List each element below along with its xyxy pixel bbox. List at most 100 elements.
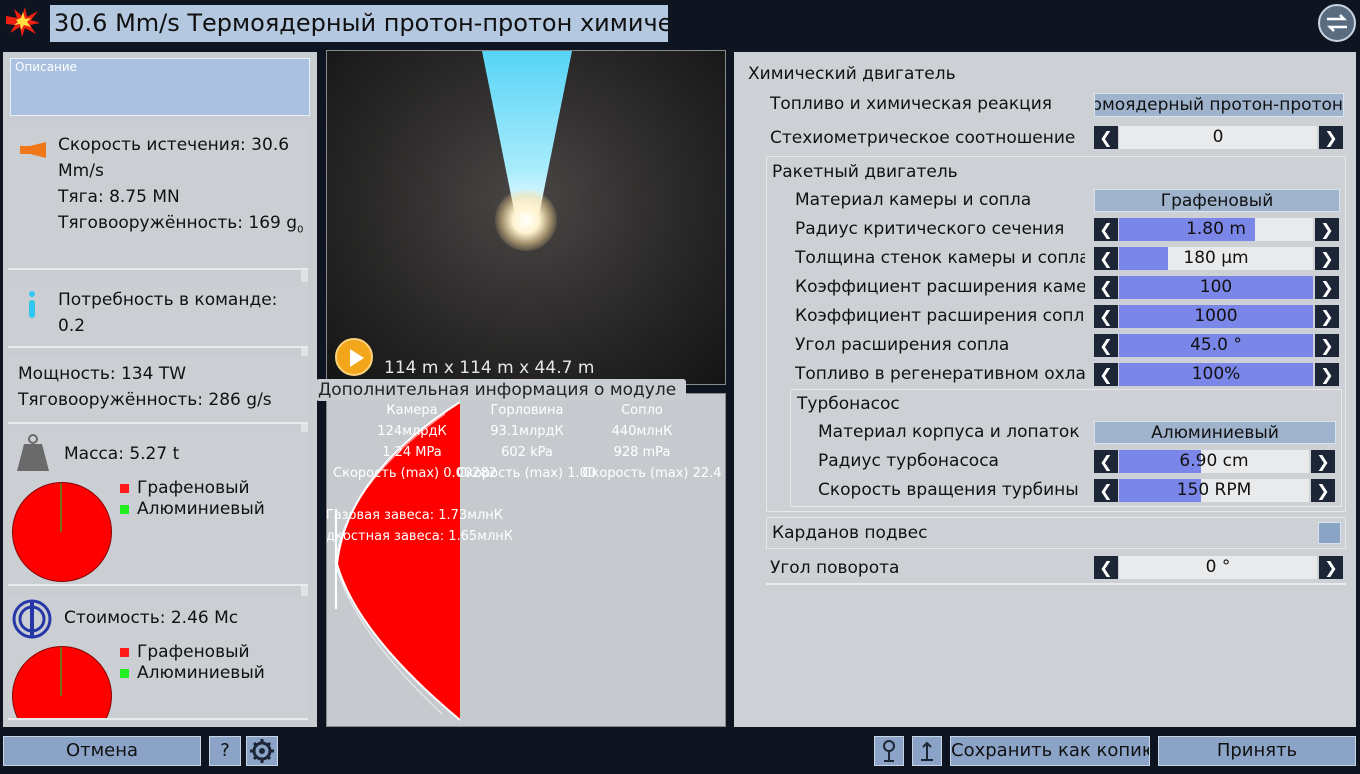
throat-radius-label: Радиус критического сечения bbox=[795, 219, 1065, 239]
mass-text: Масса: 5.27 t bbox=[64, 444, 180, 464]
wall-thickness-label: Толщина стенок камеры и сопла bbox=[795, 248, 1085, 268]
turbopump-radius-slider[interactable]: 6.90 cm bbox=[1119, 450, 1309, 473]
cancel-button[interactable]: Отмена bbox=[3, 736, 201, 766]
nozzle-expansion-label: Коэффициент расширения сопла bbox=[795, 306, 1085, 326]
crew-icon bbox=[26, 290, 38, 322]
cost-text: Стоимость: 2.46 Mc bbox=[64, 608, 239, 628]
throat-radius-slider[interactable]: 1.80 m bbox=[1119, 218, 1313, 241]
fuel-label: Топливо и химическая реакция bbox=[770, 94, 1053, 114]
settings-button[interactable] bbox=[246, 736, 278, 766]
chamber-expansion-label: Коэффициент расширения камеры bbox=[795, 277, 1085, 297]
nozzle-angle-slider[interactable]: 45.0 ° bbox=[1119, 334, 1313, 357]
gas-curtain-text: Газовая завеса: 1.73млнК bbox=[326, 508, 503, 523]
module-info-panel: Камера 124млрдК 1.24 MPa Горловина 93.1млрд… bbox=[326, 393, 726, 727]
stoich-label: Стехиометрическое соотношение bbox=[770, 128, 1076, 148]
pin-button[interactable] bbox=[874, 736, 904, 766]
nozzle-speed-text: Скорость (max) 22.4 bbox=[582, 466, 722, 481]
upload-button[interactable] bbox=[912, 736, 942, 766]
legend-item: Алюминиевый bbox=[120, 499, 265, 520]
thrust-text: Тяга: 8.75 MN bbox=[58, 187, 180, 207]
stoich-slider[interactable]: 0 bbox=[1119, 126, 1317, 149]
angle-increase-button[interactable]: ❯ bbox=[1315, 334, 1339, 357]
power-section: Мощность: 134 TW Тяговооружённость: 286 … bbox=[8, 356, 308, 424]
turbine-speed-label: Скорость вращения турбины bbox=[818, 480, 1079, 500]
stoich-decrease-button[interactable]: ❮ bbox=[1094, 126, 1118, 149]
fuel-selector[interactable]: Термоядерный протон-протон bbox=[1094, 93, 1344, 117]
angle-decrease-button[interactable]: ❮ bbox=[1094, 334, 1118, 357]
nozzle-column: Сопло 440млнК 928 mPa bbox=[611, 403, 673, 460]
turbopump-radius-label: Радиус турбонасоса bbox=[818, 451, 999, 471]
tp-speed-increase-button[interactable]: ❯ bbox=[1311, 479, 1335, 502]
tp-speed-decrease-button[interactable]: ❮ bbox=[1094, 479, 1118, 502]
chamber-exp-decrease-button[interactable]: ❮ bbox=[1094, 276, 1118, 299]
bottom-bar bbox=[0, 732, 1360, 768]
accept-button[interactable]: Принять bbox=[1158, 736, 1356, 766]
wall-thickness-slider[interactable]: 180 μm bbox=[1119, 247, 1313, 270]
power-text: Мощность: 134 TW bbox=[18, 364, 187, 384]
nozzle-angle-label: Угол расширения сопла bbox=[795, 335, 1010, 355]
chamber-column: Камера 124млрдК 1.24 MPa bbox=[377, 403, 447, 460]
legend-item: Графеновый bbox=[120, 478, 265, 499]
dimensions-text: 114 m x 114 m x 44.7 m bbox=[384, 358, 595, 378]
wall-increase-button[interactable]: ❯ bbox=[1315, 247, 1339, 270]
legend-item: Алюминиевый bbox=[120, 663, 265, 684]
turbine-speed-slider[interactable]: 150 RPM bbox=[1119, 479, 1309, 502]
throat-column: Горловина 93.1млрдК 602 kPa bbox=[490, 403, 564, 460]
crew-need-value: 0.2 bbox=[58, 316, 86, 336]
engine-3d-view[interactable] bbox=[326, 50, 726, 385]
crew-need-label: Потребность в команде: bbox=[58, 290, 278, 310]
weight-icon bbox=[16, 434, 50, 476]
explosion-icon[interactable] bbox=[6, 7, 40, 37]
nozzle-exp-decrease-button[interactable]: ❮ bbox=[1094, 305, 1118, 328]
legend-item: Графеновый bbox=[120, 642, 265, 663]
cost-pie-chart bbox=[12, 646, 112, 718]
chamber-material-label: Материал камеры и сопла bbox=[795, 190, 1032, 210]
chemical-engine-heading: Химический двигатель bbox=[748, 64, 956, 84]
tp-radius-increase-button[interactable]: ❯ bbox=[1311, 450, 1335, 473]
design-name-input[interactable]: 30.6 Mm/s Термоядерный протон-протон хим… bbox=[50, 5, 668, 42]
crew-section: Потребность в команде: 0.2 bbox=[8, 282, 308, 348]
throat-decrease-button[interactable]: ❮ bbox=[1094, 218, 1118, 241]
rotation-label: Угол поворота bbox=[770, 558, 900, 578]
turbopump-heading: Турбонасос bbox=[797, 394, 900, 414]
regen-increase-button[interactable]: ❯ bbox=[1315, 363, 1339, 386]
mass-pie-chart bbox=[12, 482, 112, 582]
chamber-expansion-slider[interactable]: 100 bbox=[1119, 276, 1313, 299]
rotation-divider bbox=[766, 583, 1346, 585]
regen-cooling-slider[interactable]: 100% bbox=[1119, 363, 1313, 386]
exhaust-speed-text: Скорость истечения: 30.6 Mm/s bbox=[58, 135, 290, 181]
credits-icon bbox=[12, 599, 52, 643]
thrust-to-weight-text: Тяговооружённость: 169 g0 bbox=[58, 213, 304, 236]
wall-decrease-button[interactable]: ❮ bbox=[1094, 247, 1118, 270]
rotation-slider[interactable]: 0 ° bbox=[1119, 556, 1317, 579]
rocket-engine-heading: Ракетный двигатель bbox=[772, 162, 958, 182]
engine-glow bbox=[495, 189, 557, 251]
turbopump-material-selector[interactable]: Алюминиевый bbox=[1094, 421, 1336, 444]
save-copy-button[interactable]: Сохранить как копию bbox=[950, 736, 1150, 766]
throat-speed-text: Скорость (max) 1.000 bbox=[457, 466, 597, 481]
play-animation-button[interactable] bbox=[335, 338, 373, 376]
tp-radius-decrease-button[interactable]: ❮ bbox=[1094, 450, 1118, 473]
mass-section: Масса: 5.27 t Графеновый Алюминиевый bbox=[8, 432, 308, 586]
throat-increase-button[interactable]: ❯ bbox=[1315, 218, 1339, 241]
chamber-material-selector[interactable]: Графеновый bbox=[1094, 189, 1340, 212]
gimbal-checkbox[interactable] bbox=[1318, 522, 1341, 544]
turbopump-material-label: Материал корпуса и лопаток bbox=[818, 422, 1080, 442]
liquid-curtain-text: Жидкостная завеса: 1.65млнК bbox=[326, 529, 513, 544]
description-field[interactable]: Описание bbox=[10, 58, 310, 116]
rotation-decrease-button[interactable]: ❮ bbox=[1094, 556, 1118, 579]
nozzle-icon bbox=[20, 142, 48, 162]
nozzle-exp-increase-button[interactable]: ❯ bbox=[1315, 305, 1339, 328]
stoich-increase-button[interactable]: ❯ bbox=[1319, 126, 1343, 149]
regen-decrease-button[interactable]: ❮ bbox=[1094, 363, 1118, 386]
regen-cooling-label: Топливо в регенеративном охлаждении bbox=[795, 364, 1085, 384]
help-button[interactable]: ? bbox=[209, 736, 241, 766]
chamber-exp-increase-button[interactable]: ❯ bbox=[1315, 276, 1339, 299]
swap-view-icon[interactable] bbox=[1318, 4, 1356, 42]
pin-icon bbox=[883, 740, 895, 762]
nozzle-expansion-slider[interactable]: 1000 bbox=[1119, 305, 1313, 328]
power-to-weight-text: Тяговооружённость: 286 g/s bbox=[18, 390, 272, 410]
gimbal-label: Карданов подвес bbox=[772, 523, 928, 543]
module-info-header: Дополнительная информация о модуле bbox=[316, 379, 686, 401]
rotation-increase-button[interactable]: ❯ bbox=[1319, 556, 1343, 579]
